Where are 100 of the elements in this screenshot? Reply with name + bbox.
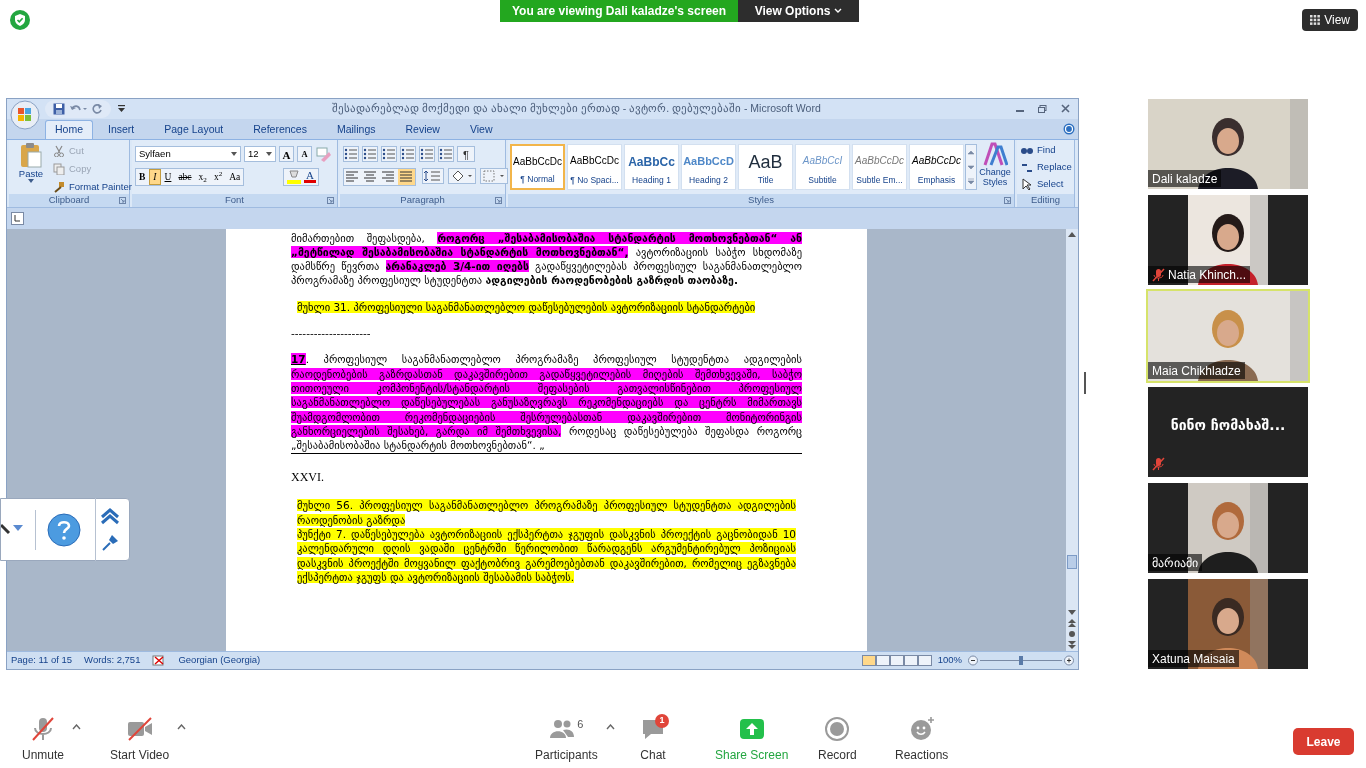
help-icon[interactable] — [1063, 122, 1075, 135]
multilevel-list-icon[interactable] — [381, 145, 397, 162]
justify-icon[interactable] — [398, 168, 415, 185]
collapse-icon[interactable] — [100, 506, 120, 525]
toolbar-button[interactable]: Start Video — [110, 716, 170, 764]
toolbar-button[interactable]: Reactions — [895, 716, 949, 764]
align-right-icon[interactable] — [380, 168, 397, 185]
zoom-slider[interactable] — [980, 655, 1062, 667]
caret-icon[interactable] — [72, 724, 82, 730]
gallery-scroll-icon[interactable] — [965, 143, 977, 190]
article-paragraph: პუნქტი 7. დაწესებულება ავტორიზაციის ექსპერტთა ჯგუფის დასკვნის პროექტის გაცნობიდან 10 კალენდარული დღის ვადაში ცენტრში წერილობით წარადგენს არგუმენტირებულ პოზიციას დასკვნის პროექტში მოყვანილ ფაქტობრივ გარემოებებთან დაკავშირებით, რომელიც ეგზავნება ექსპერტთა ჯგუფს და ავტორიზაციის შესაბამის საბჭოს. — [297, 527, 796, 585]
ribbon-tab[interactable]: References — [244, 119, 316, 139]
ribbon-tab[interactable]: Page Layout — [155, 119, 233, 139]
ribbon-tab[interactable]: Mailings — [327, 119, 385, 139]
align-center-icon[interactable] — [362, 168, 379, 185]
participant-count: 6 — [577, 717, 584, 732]
caret-icon[interactable] — [177, 724, 187, 730]
group-label: Editing — [1030, 193, 1061, 207]
grow-font-button[interactable]: A — [279, 145, 294, 162]
editing-button[interactable]: Select — [1020, 176, 1072, 192]
document-paragraph: 17. პროფესიულ საგანმანათლებლო პროგრამაზე პროფესიულ სტუდენტთა ადგილების რაოდენობების გაზრდასთან დაკავშირებით გადაწყვეტილების მიღების შემთხვევაში, საბჭო თითოეული კომპონენტის/სტანდარტის შეფასების გათვალისწინებით პროფესიულ საგანმანათლებლო დაწესებულებას განუსაზღვრავს რეკომენდაციებს და ცენტრს მიმართავს შუამდგომლობით რეკომენდაციების შესრულებასთან დაკავშირებით მონიტორინგის განხორციელების შესახებ, გარდა იმ შემთხვევისა, როდესაც დაწესებულება შეფასდა როგორც „შესაბამისობაშია სტანდარტის მოთხოვნებთან“. „ — [291, 352, 802, 455]
editing-button[interactable]: Replace — [1020, 159, 1072, 175]
close-icon[interactable] — [1061, 104, 1070, 114]
increase-indent-icon[interactable] — [419, 145, 435, 162]
style-option[interactable]: AaBbCcDc Emphasis — [909, 143, 964, 190]
zoom-out-icon[interactable] — [968, 655, 978, 667]
format-button[interactable]: x$^{2}$ — [210, 168, 226, 185]
style-option[interactable]: AaBbCcD Heading 2 — [681, 143, 736, 190]
leave-button[interactable]: Leave — [1293, 728, 1354, 755]
font-size-field[interactable]: 12 — [244, 145, 276, 162]
ribbon-tab[interactable]: View — [460, 119, 502, 139]
line-spacing-icon[interactable] — [422, 167, 444, 184]
change-styles-button[interactable]: Change Styles — [978, 140, 1012, 187]
view-button[interactable]: View — [1302, 9, 1358, 31]
zoom-in-icon[interactable] — [1064, 655, 1074, 667]
paste-button[interactable]: Paste — [13, 141, 49, 190]
caret-icon — [231, 151, 237, 156]
help-icon[interactable] — [47, 512, 81, 547]
ribbon-tab[interactable]: Home — [45, 119, 93, 139]
view-options-button[interactable]: View Options — [738, 0, 860, 22]
toolbar-button[interactable]: Record — [818, 716, 857, 764]
ruler-toggle-icon[interactable] — [11, 211, 24, 225]
style-option[interactable]: AaBbCc Heading 1 — [624, 143, 679, 190]
vertical-scrollbar[interactable] — [1066, 228, 1078, 652]
format-button[interactable]: x$_{2}$ — [195, 168, 210, 185]
pin-icon[interactable] — [100, 532, 120, 553]
zoom-level: 100% — [937, 653, 962, 668]
font-name-field[interactable]: Sylfaen — [135, 145, 241, 162]
toolbar-button[interactable]: 6 Participants — [535, 716, 598, 764]
participant-name: Dali kaladze — [1152, 170, 1218, 188]
editing-button[interactable]: Find — [1020, 142, 1072, 158]
shrink-font-button[interactable]: A — [297, 145, 312, 162]
scissors-icon — [53, 144, 65, 157]
format-button[interactable]: Aa — [226, 168, 244, 185]
splitter-handle[interactable] — [1084, 372, 1086, 394]
language-status[interactable]: Georgian (Georgia) — [178, 653, 261, 668]
ribbon-tab[interactable]: Review — [396, 119, 449, 139]
format-button[interactable]: B — [136, 168, 149, 185]
scroll-thumb[interactable] — [1067, 554, 1077, 569]
shading-icon[interactable] — [448, 167, 476, 184]
style-option[interactable]: AaBbCcDc Subtle Em... — [852, 143, 907, 190]
caret-icon — [834, 8, 843, 14]
toolbar-button[interactable]: Unmute — [22, 716, 65, 764]
viewing-banner: You are viewing Dali kaladze's screen — [500, 0, 739, 22]
dialog-launcher-icon[interactable] — [327, 196, 334, 204]
numbering-icon[interactable] — [362, 145, 378, 162]
style-option[interactable]: AaBbCcI Subtitle — [795, 143, 850, 190]
format-button[interactable]: U — [161, 168, 175, 185]
clipboard-button[interactable]: Format Painter — [53, 178, 132, 195]
redo-icon[interactable] — [91, 103, 103, 115]
previous-page-icon — [1068, 619, 1076, 628]
dialog-launcher-icon[interactable] — [495, 196, 502, 204]
show-marks-button[interactable]: ¶ — [457, 145, 475, 162]
sort-icon[interactable] — [438, 145, 454, 162]
ribbon-tab[interactable]: Insert — [99, 119, 144, 139]
style-option[interactable]: AaBbCcDc ¶ Normal — [510, 143, 565, 190]
view-buttons-icon[interactable] — [861, 655, 932, 667]
align-left-icon[interactable] — [344, 168, 361, 185]
style-option[interactable]: AaB Title — [738, 143, 793, 190]
dialog-launcher-icon[interactable] — [1004, 196, 1011, 204]
participant-name: ნინო ჩომახაშ... — [1169, 416, 1287, 435]
format-button[interactable]: I — [149, 168, 161, 185]
save-icon[interactable] — [53, 103, 65, 115]
article-paragraph: მუხლი 31. პროფესიული საგანმანათლებლო დაწესებულების ავტორიზაციის სტანდარტები — [297, 299, 757, 315]
toolbar-button[interactable]: 1 Chat — [640, 716, 666, 764]
decrease-indent-icon[interactable] — [400, 145, 416, 162]
copy-icon — [53, 162, 65, 175]
caret-icon — [28, 178, 34, 183]
style-option[interactable]: AaBbCcDc ¶ No Spaci... — [567, 143, 622, 190]
highlighter-icon[interactable] — [286, 169, 302, 184]
select-icon — [1020, 177, 1034, 191]
restore-icon[interactable] — [1038, 104, 1047, 113]
dashed-line-text: --------------------- — [291, 326, 372, 341]
customize-arrow-icon[interactable] — [118, 105, 125, 112]
proofing-icon[interactable] — [152, 654, 167, 667]
dialog-launcher-icon[interactable] — [119, 196, 126, 204]
page-count: Page: 11 of 15 — [11, 653, 73, 668]
caret-icon[interactable] — [605, 724, 615, 730]
bullets-icon[interactable] — [343, 145, 359, 162]
format-button[interactable]: abc — [175, 168, 195, 185]
